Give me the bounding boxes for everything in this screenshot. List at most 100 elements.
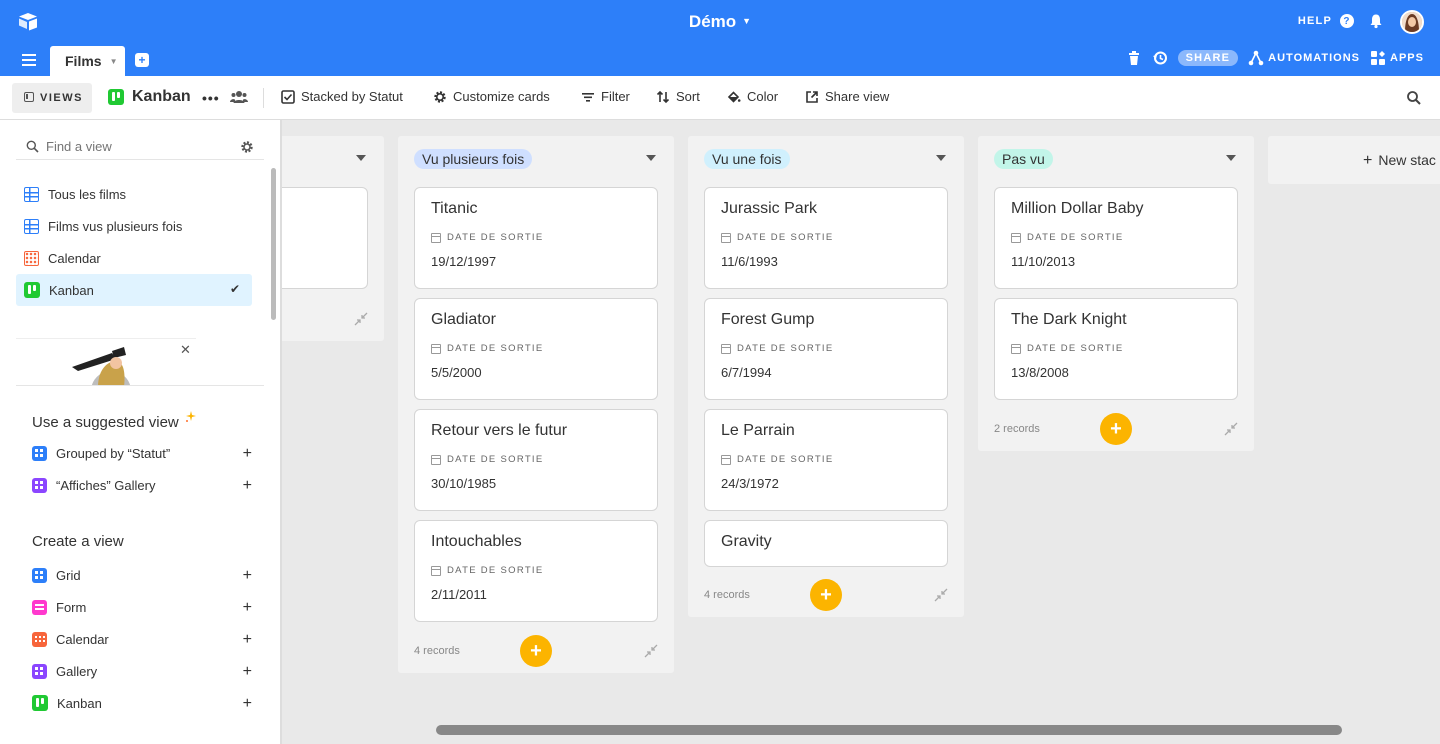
create-view-kanban[interactable]: Kanban + [32,687,252,719]
stack-label[interactable]: Vu une fois [704,149,790,169]
collapse-icon[interactable] [1224,422,1238,436]
collaborators-icon[interactable] [230,88,248,106]
record-card[interactable]: Le Parrain DATE DE SORTIE 24/3/1972 [704,409,948,511]
collapse-icon[interactable] [354,312,368,326]
view-more-button[interactable]: ••• [202,90,220,106]
user-avatar[interactable] [1400,10,1424,34]
create-view-form[interactable]: Form + [32,591,252,623]
record-card[interactable]: Retour vers le futur DATE DE SORTIE 30/1… [414,409,658,511]
chevron-down-icon[interactable] [1226,155,1236,161]
filter-button[interactable]: Filter [581,89,630,104]
add-record-button[interactable]: + [810,579,842,611]
add-table-icon[interactable]: + [135,53,149,67]
collapse-icon[interactable] [644,644,658,658]
close-icon[interactable]: ✕ [180,342,191,358]
view-item-label: Calendar [48,250,101,266]
collapse-icon[interactable] [934,588,948,602]
tab-films[interactable]: Films ▼ [50,46,125,76]
record-card[interactable]: Gladiator DATE DE SORTIE 5/5/2000 [414,298,658,400]
sparkle-icon [185,411,196,422]
find-view-input[interactable] [46,134,236,159]
stacked-by-label: Stacked by Statut [301,89,403,104]
share-button[interactable]: SHARE [1177,50,1239,66]
search-icon [26,140,39,153]
history-icon[interactable] [1152,50,1168,66]
view-item-films-vus[interactable]: Films vus plusieurs fois [16,210,252,242]
sidebar-scrollbar[interactable] [271,168,276,320]
plus-icon[interactable]: + [243,477,252,495]
find-view-box [16,134,264,160]
add-record-button[interactable]: + [1100,413,1132,445]
view-item-calendar[interactable]: Calendar [16,242,252,274]
apps-button[interactable]: APPS [1370,50,1424,66]
plus-icon[interactable]: + [243,663,252,681]
create-view-label: Grid [56,567,81,583]
record-card[interactable]: Million Dollar Baby DATE DE SORTIE 11/10… [994,187,1238,289]
plus-icon[interactable]: + [243,445,252,463]
plus-icon: + [1363,152,1373,169]
record-card[interactable]: Forest Gump DATE DE SORTIE 6/7/1994 [704,298,948,400]
record-card[interactable]: Jurassic Park DATE DE SORTIE 11/6/1993 [704,187,948,289]
record-card[interactable]: Titanic DATE DE SORTIE 19/12/1997 [414,187,658,289]
views-toggle-button[interactable]: VIEWS [12,83,92,113]
chevron-down-icon[interactable]: ▼ [110,57,118,66]
suggested-view-gallery[interactable]: “Affiches” Gallery + [32,469,252,501]
help-button[interactable]: HELP ? [1298,14,1354,28]
create-view-gallery[interactable]: Gallery + [32,655,252,687]
create-view-grid[interactable]: Grid + [32,559,252,591]
create-view-label: Gallery [56,663,98,679]
calendar-icon [721,454,731,465]
suggested-view-title: Use a suggested view [32,411,197,431]
card-title: The Dark Knight [1011,311,1127,328]
chevron-down-icon[interactable] [356,155,366,161]
color-label: Color [747,89,779,104]
base-title[interactable]: Démo ▼ [0,12,1440,32]
person-with-telescope-illustration [72,347,131,386]
view-item-tous-les-films[interactable]: Tous les films [16,178,252,210]
stacked-by-button[interactable]: Stacked by Statut [281,89,403,104]
bell-icon[interactable] [1368,13,1384,29]
card-title: Million Dollar Baby [1011,200,1144,217]
stack-label[interactable]: Vu plusieurs fois [414,149,533,169]
automations-button[interactable]: AUTOMATIONS [1248,50,1360,66]
create-view-calendar[interactable]: Calendar + [32,623,252,655]
field-label-text: DATE DE SORTIE [447,565,544,576]
chevron-down-icon[interactable]: ▼ [742,16,751,26]
kanban-board: Vu plusieurs fois Titanic DATE DE SORTIE… [282,121,1440,744]
trash-icon[interactable] [1126,50,1142,66]
plus-icon[interactable]: + [243,599,252,617]
field-label-text: DATE DE SORTIE [447,343,544,354]
chevron-down-icon[interactable] [936,155,946,161]
chevron-down-icon[interactable] [646,155,656,161]
checkmark-icon: ✔ [229,282,240,296]
base-name[interactable]: Démo [689,12,736,31]
record-card[interactable]: Intouchables DATE DE SORTIE 2/11/2011 [414,520,658,622]
new-stack-button[interactable]: + New stac [1268,136,1440,184]
plus-icon[interactable]: + [243,631,252,649]
record-card[interactable]: The Dark Knight DATE DE SORTIE 13/8/2008 [994,298,1238,400]
card-title: Jurassic Park [721,200,818,217]
add-record-button[interactable]: + [520,635,552,667]
plus-icon[interactable]: + [243,567,252,585]
color-button[interactable]: Color [727,89,778,104]
plus-icon[interactable]: + [243,695,252,713]
kanban-icon [108,89,124,105]
card-title: Forest Gump [721,311,815,328]
gear-icon[interactable] [240,140,254,154]
record-card[interactable]: Gravity [704,520,948,567]
suggested-view-grouped[interactable]: Grouped by “Statut” + [32,437,252,469]
record-card[interactable] [282,187,368,289]
search-icon[interactable] [1406,90,1422,106]
hamburger-icon[interactable] [22,54,36,66]
view-item-kanban[interactable]: Kanban ✔ [16,274,252,306]
horizontal-scrollbar[interactable] [436,725,1342,735]
share-icon [806,90,818,103]
question-icon: ? [1340,14,1354,28]
stack-label[interactable]: Pas vu [994,149,1053,169]
grid-icon [24,186,39,202]
customize-cards-button[interactable]: Customize cards [433,89,550,104]
sort-button[interactable]: Sort [656,89,700,104]
calendar-icon [32,631,47,647]
share-view-button[interactable]: Share view [805,89,889,104]
current-view-name[interactable]: Kanban [108,88,191,106]
